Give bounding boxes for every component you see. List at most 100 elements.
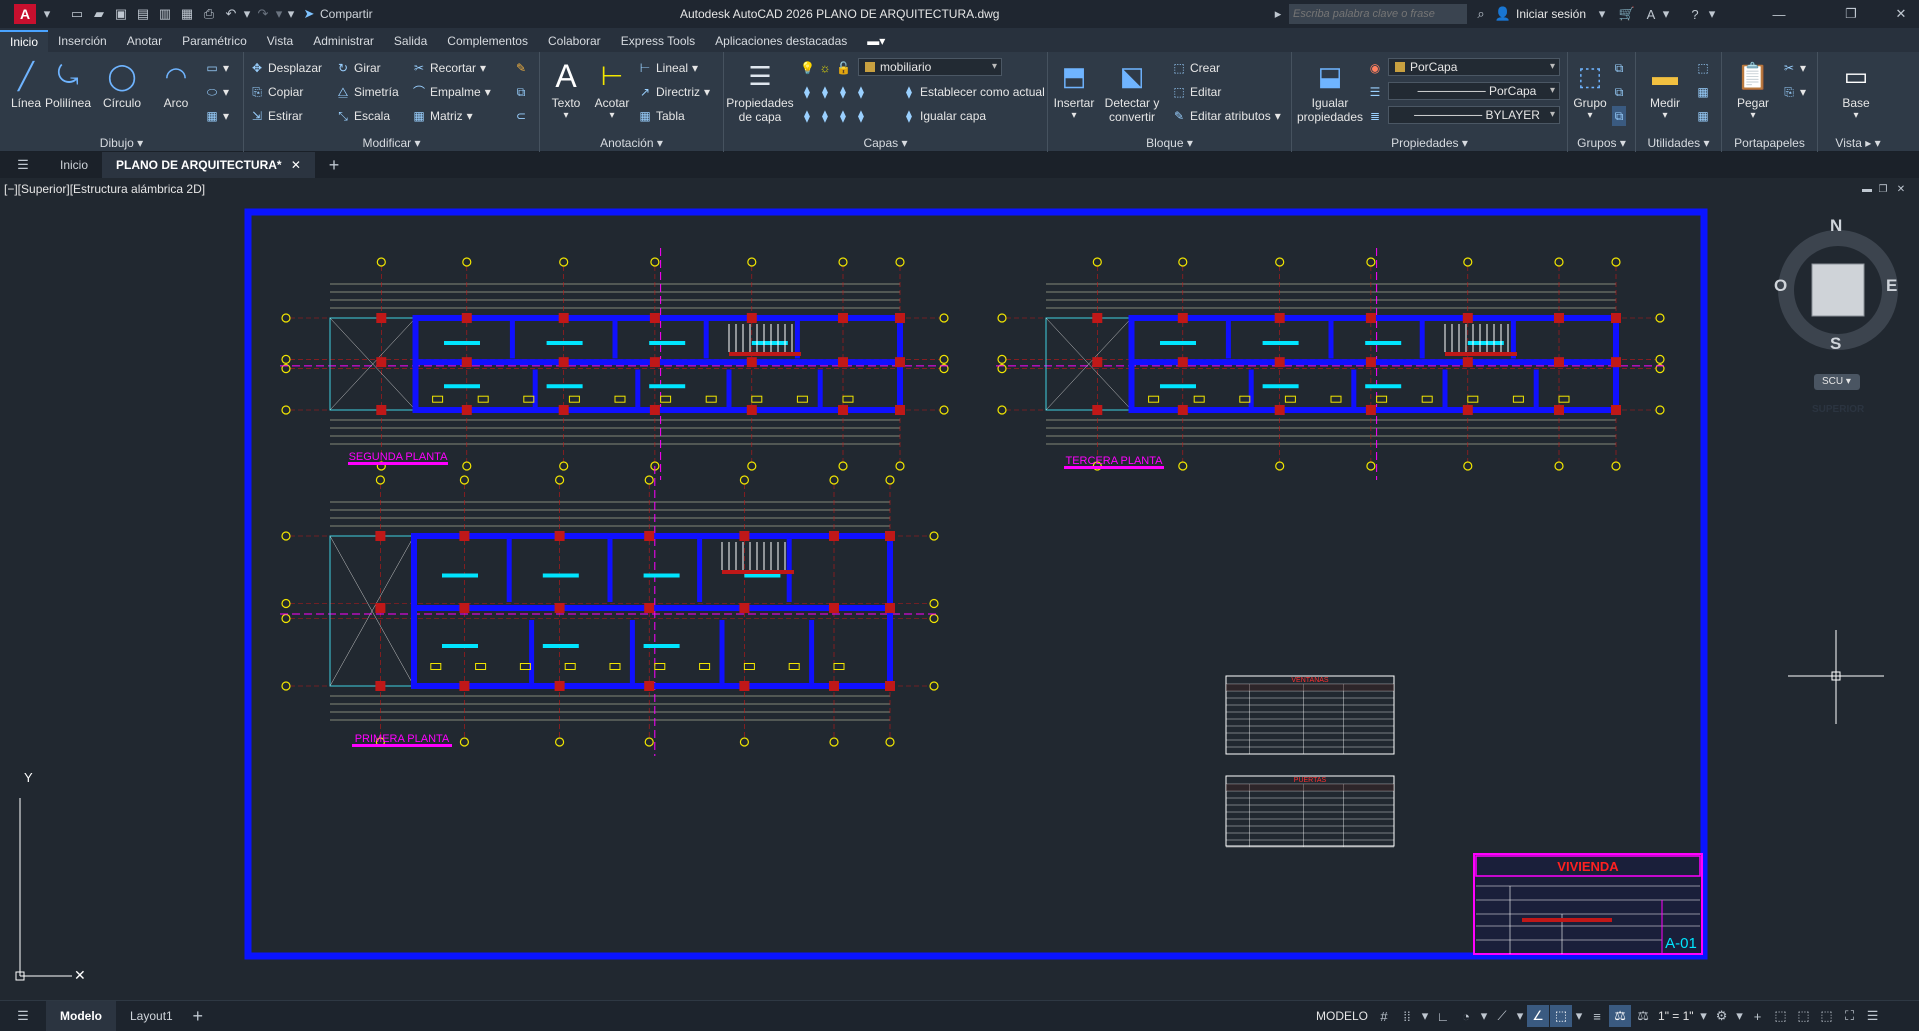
tab-anotar[interactable]: Anotar — [117, 30, 172, 52]
group-select-toggle[interactable]: ⧉ — [1612, 106, 1626, 126]
linear-dim-button[interactable]: ⊢ Lineal ▾ — [638, 58, 698, 78]
text-button[interactable]: A Texto ▾ — [540, 58, 592, 122]
trim-button[interactable]: ✂ Recortar ▾ — [412, 58, 486, 78]
open-folder-icon[interactable]: ▰ — [88, 3, 110, 25]
redo-dropdown-icon[interactable]: ▾ — [274, 3, 284, 25]
quick-properties-icon[interactable]: ⬚ — [1793, 1005, 1815, 1027]
help-dropdown-icon[interactable]: ▾ — [1706, 3, 1718, 25]
customize-qat-icon[interactable]: ▾ — [284, 3, 298, 25]
layer-dropdown[interactable]: mobiliario — [858, 58, 1002, 76]
table-button[interactable]: ▦ Tabla — [638, 106, 684, 126]
snap-icon[interactable]: ⁞⁞ — [1396, 1005, 1418, 1027]
drawing-canvas[interactable]: [−][Superior][Estructura alámbrica 2D] ▬… — [0, 178, 1919, 998]
restore-icon[interactable]: ❐ — [1840, 3, 1862, 25]
share-button[interactable]: Compartir — [320, 7, 373, 21]
layout1-tab[interactable]: Layout1 — [116, 1001, 187, 1031]
polar-dropdown-icon[interactable]: ▾ — [1478, 1005, 1490, 1027]
dimension-button[interactable]: ⊢ Acotar ▾ — [586, 58, 638, 122]
cut-button[interactable]: ✂ ▾ — [1782, 58, 1806, 78]
utilities-panel-title[interactable]: Utilidades ▾ — [1636, 136, 1721, 150]
viewcube-west[interactable]: O — [1774, 276, 1787, 296]
fillet-button[interactable]: ⌒ Empalme ▾ — [412, 82, 491, 102]
redo-icon[interactable]: ↷ — [252, 3, 274, 25]
tab-colaborar[interactable]: Colaborar — [538, 30, 611, 52]
detect-convert-button[interactable]: ⬕ Detectar y convertir — [1100, 58, 1164, 125]
tab-salida[interactable]: Salida — [384, 30, 437, 52]
workspace-dropdown-icon[interactable]: ▾ — [1734, 1005, 1746, 1027]
color-dropdown[interactable]: PorCapa — [1388, 58, 1560, 76]
linetype-dropdown[interactable]: ──────── PorCapa — [1388, 82, 1560, 100]
ortho-icon[interactable]: ∟ — [1432, 1005, 1454, 1027]
model-tab[interactable]: Modelo — [46, 1001, 116, 1031]
view-panel-title[interactable]: Vista ▸ ▾ — [1818, 136, 1898, 150]
autodesk-account-icon[interactable]: A — [1640, 3, 1662, 25]
signin-dropdown-icon[interactable]: ▾ — [1596, 3, 1608, 25]
viewcube-east[interactable]: E — [1886, 276, 1897, 296]
app-menu-chevron-icon[interactable]: ▾ — [36, 3, 58, 25]
search-input[interactable] — [1289, 4, 1467, 24]
array-button[interactable]: ▦ Matriz ▾ — [412, 106, 472, 126]
app-menu-button[interactable]: A — [14, 4, 36, 24]
insert-button[interactable]: ⬒ Insertar ▾ — [1048, 58, 1100, 122]
save-web-icon[interactable]: ▦ — [176, 3, 198, 25]
copy-button[interactable]: ⎘ Copiar — [250, 82, 303, 102]
annotation-visibility-icon[interactable]: ⚖ — [1609, 1005, 1632, 1027]
tab-complementos[interactable]: Complementos — [437, 30, 538, 52]
file-tab-start[interactable]: Inicio — [46, 152, 102, 178]
ribbon-minimize-toggle[interactable]: ▬▾ — [857, 30, 895, 52]
share-icon[interactable]: ➤ — [298, 3, 320, 25]
tab-inicio[interactable]: Inicio — [0, 30, 49, 52]
signin-button[interactable]: Iniciar sesión — [1516, 7, 1586, 21]
base-view-button[interactable]: ▭ Base ▾ — [1830, 58, 1882, 122]
offset-button[interactable]: ⊂ — [514, 106, 528, 126]
layer-state-icons[interactable]: 💡 ☼ 🔓 — [800, 58, 851, 78]
draw-panel-title[interactable]: Dibujo ▾ — [0, 136, 243, 150]
viewcube-top-face[interactable]: SUPERIOR — [1812, 404, 1864, 415]
layout-menu-icon[interactable]: ☰ — [12, 1005, 34, 1027]
snap-dropdown-icon[interactable]: ▾ — [1419, 1005, 1431, 1027]
calculator-button[interactable]: ▦ — [1696, 106, 1710, 126]
edit-block-button[interactable]: ⬚ Editar — [1172, 82, 1221, 102]
object-snap-dropdown-icon[interactable]: ▾ — [1573, 1005, 1585, 1027]
stretch-button[interactable]: ⇲ Estirar — [250, 106, 303, 126]
group-button[interactable]: ⬚ Grupo ▾ — [1568, 58, 1612, 122]
viewcube-north[interactable]: N — [1830, 216, 1842, 236]
search-icon[interactable]: ⌕ — [1470, 3, 1492, 25]
create-block-button[interactable]: ⬚ Crear — [1172, 58, 1220, 78]
save-as-icon[interactable]: ▤ — [132, 3, 154, 25]
annotation-scale-dropdown-icon[interactable]: ▾ — [1698, 1005, 1710, 1027]
polar-icon[interactable]: ◔ — [1455, 1005, 1477, 1027]
hamburger-menu-icon[interactable]: ☰ — [12, 154, 34, 176]
close-icon[interactable]: ✕ — [1890, 3, 1912, 25]
match-layer-button[interactable]: ⧫ Igualar capa — [902, 106, 986, 126]
leader-button[interactable]: ↗ Directriz ▾ — [638, 82, 710, 102]
erase-button[interactable]: ✎ — [514, 58, 528, 78]
help-icon[interactable]: ? — [1684, 3, 1706, 25]
ucs-menu-button[interactable]: SCU ▾ — [1814, 374, 1860, 390]
tab-parametrico[interactable]: Paramétrico — [172, 30, 257, 52]
tab-aplicaciones-destacadas[interactable]: Aplicaciones destacadas — [705, 30, 857, 52]
modify-panel-title[interactable]: Modificar ▾ — [244, 136, 539, 150]
undo-icon[interactable]: ↶ — [220, 3, 242, 25]
match-properties-button[interactable]: ⬓ Igualar propiedades — [1296, 58, 1364, 125]
isolate-objects-icon[interactable]: ⬚ — [1816, 1005, 1838, 1027]
annotation-scale-button[interactable]: 1" = 1" — [1655, 1009, 1697, 1023]
file-tab-drawing[interactable]: PLANO DE ARQUITECTURA* ✕ — [102, 152, 315, 178]
new-file-icon[interactable]: ▭ — [66, 3, 88, 25]
lineweight-dropdown[interactable]: ──────── BYLAYER — [1388, 106, 1560, 124]
model-space-button[interactable]: MODELO — [1312, 1009, 1372, 1023]
search-expand-icon[interactable]: ▸ — [1272, 3, 1284, 25]
autoscale-icon[interactable]: ⚖ — [1632, 1005, 1654, 1027]
object-snap-tracking-icon[interactable]: ∠ — [1527, 1005, 1550, 1027]
layer-properties-button[interactable]: ☰ Propiedades de capa — [724, 58, 796, 125]
circle-button[interactable]: ◯ Círculo — [96, 58, 148, 111]
ungroup-button[interactable]: ⧉ — [1612, 58, 1626, 78]
group-edit-button[interactable]: ⧉ — [1612, 82, 1626, 102]
set-current-button[interactable]: ⧫ Establecer como actual — [902, 82, 1045, 102]
account-dropdown-icon[interactable]: ▾ — [1660, 3, 1672, 25]
arc-button[interactable]: ◠ Arco — [150, 58, 202, 111]
paste-button[interactable]: 📋 Pegar ▾ — [1728, 58, 1778, 122]
rectangle-button[interactable]: ▭ ▾ — [205, 58, 229, 78]
annotation-panel-title[interactable]: Anotación ▾ — [540, 136, 723, 150]
tab-vista[interactable]: Vista — [257, 30, 303, 52]
